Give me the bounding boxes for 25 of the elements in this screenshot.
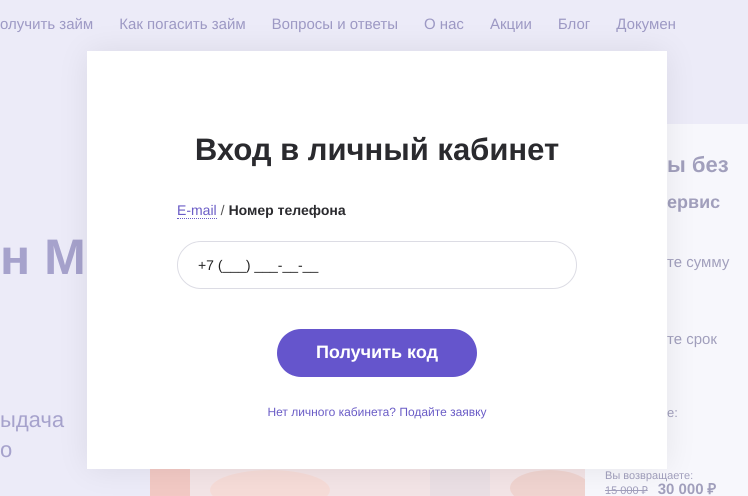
nav-link[interactable]: Вопросы и ответы (272, 14, 398, 36)
nav-link[interactable]: О нас (424, 14, 464, 36)
login-tab[interactable]: E-mail (177, 202, 217, 218)
nav-link[interactable]: Как погасить займ (119, 14, 246, 36)
return-label: Вы возвращаете: (605, 470, 694, 483)
nav-link[interactable]: олучить займ (0, 14, 94, 36)
login-tab[interactable]: Номер телефона (228, 200, 346, 220)
hero-subtitle: ыдача (0, 406, 64, 434)
calculator-title: ы без (667, 151, 729, 179)
hero-title: н М (0, 232, 86, 282)
amount-label: те сумму (667, 253, 730, 273)
note-label: е: (667, 404, 678, 422)
phone-field[interactable]: +7 (___) ___-__-__ (177, 240, 577, 288)
hero-subtitle: о (0, 436, 12, 464)
nav-link[interactable]: Акции (490, 14, 532, 36)
register-link[interactable]: Нет личного кабинета? Подайте заявку (267, 402, 487, 420)
old-price: 15 000 ₽ (605, 484, 648, 496)
calculator-subtitle: ервис (667, 191, 720, 214)
tab-separator: / (220, 200, 225, 220)
modal-title: Вход в личный кабинет (194, 131, 560, 169)
nav-link[interactable]: Докумен (616, 14, 676, 36)
term-label: те срок (667, 330, 717, 350)
nav-link[interactable]: Блог (558, 14, 590, 36)
submit-button[interactable]: Получить код (277, 328, 477, 376)
price: 30 000 ₽ (658, 483, 717, 496)
